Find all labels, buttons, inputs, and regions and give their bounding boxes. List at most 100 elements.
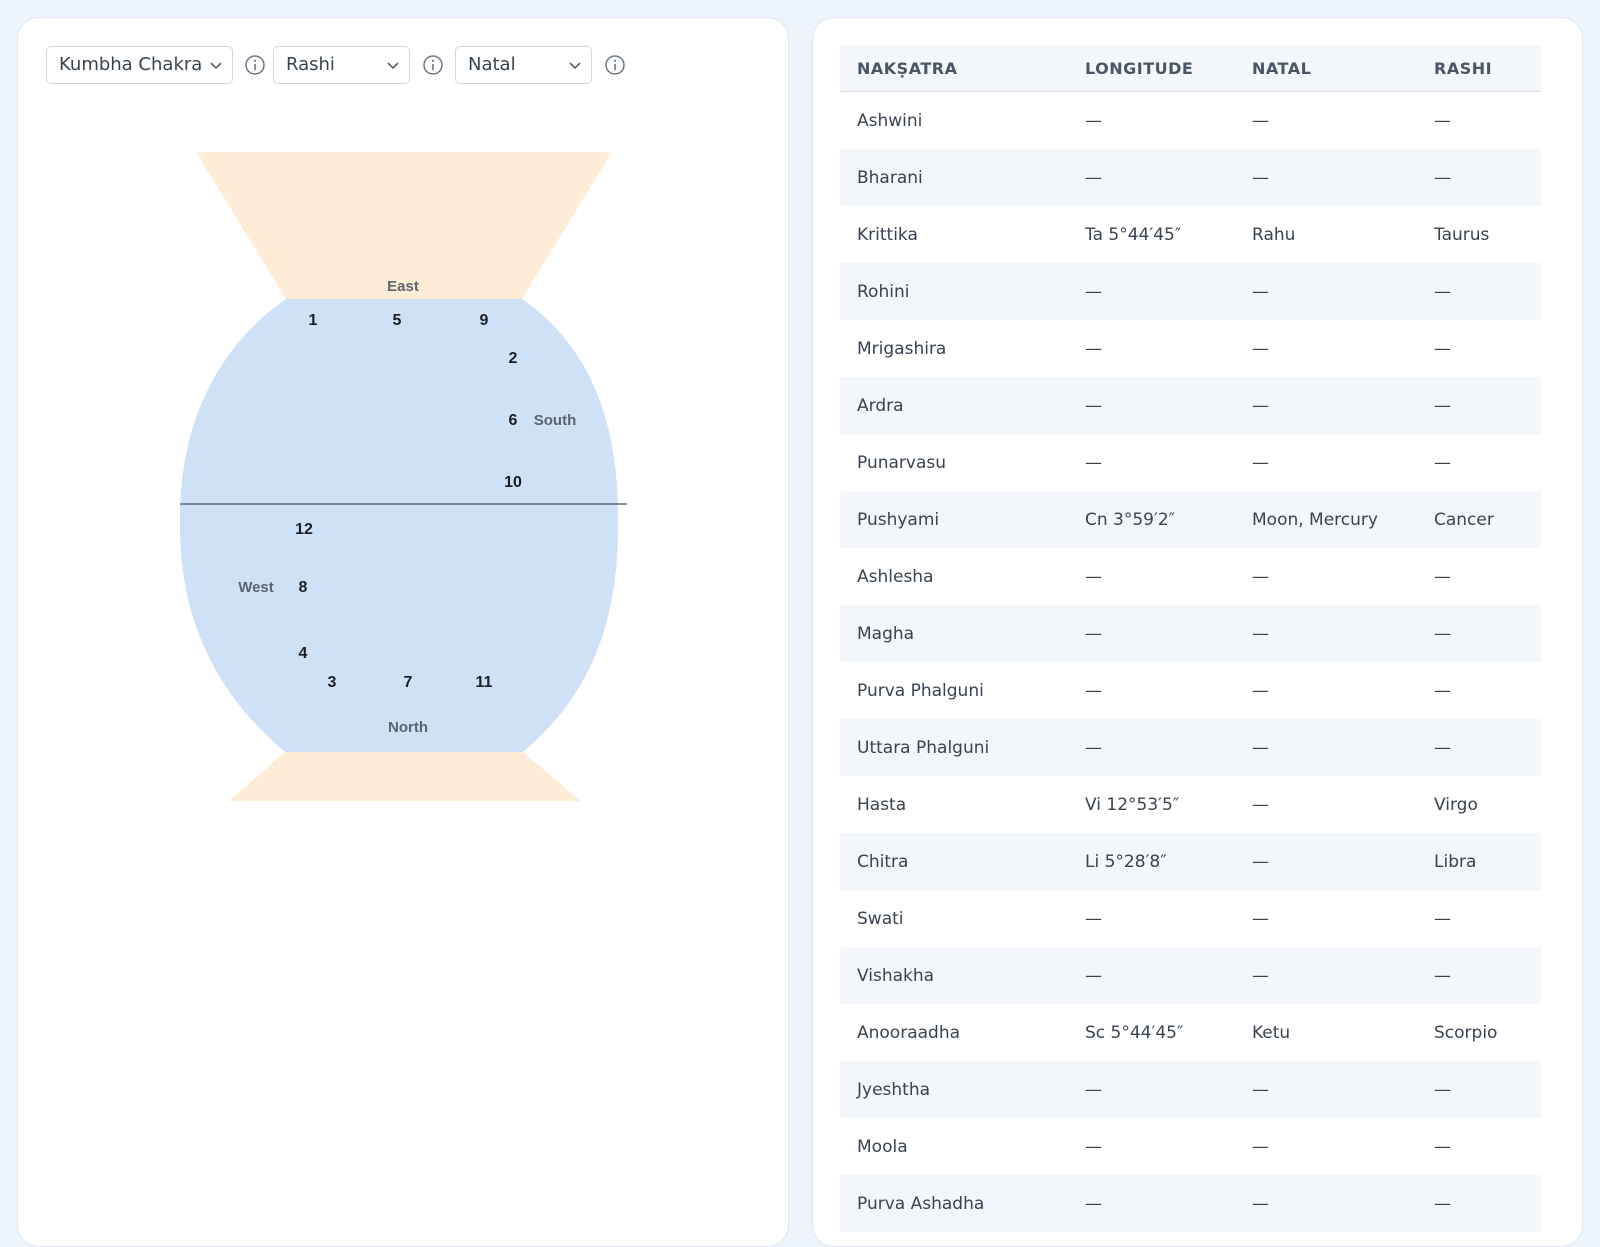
house-number: 10 — [504, 474, 522, 491]
table-cell: Swati — [857, 908, 904, 929]
table-cell: — — [1252, 110, 1269, 131]
table-cell: Uttara Phalguni — [840, 719, 1068, 776]
table-cell: — — [1235, 833, 1417, 890]
table-header-row: NAKṢATRA LONGITUDE NATAL RASHI — [840, 46, 1541, 92]
table-row: Purva Ashadha — — — — [840, 1175, 1541, 1232]
table-cell: — — [1417, 149, 1541, 206]
table-body: Ashwini — — — Bharani — — — Krittika Ta 5°44′45″ R… — [840, 92, 1541, 1232]
house-number: 7 — [404, 674, 413, 691]
table-cell: — — [1235, 1175, 1417, 1232]
table-cell: — — [1252, 452, 1269, 473]
column-header-rashi: RASHI — [1417, 46, 1541, 92]
table-row: Hasta Vi 12°53′5″ — Virgo — [840, 776, 1541, 833]
table-cell: — — [1417, 1175, 1541, 1232]
table-row: Magha — — — — [840, 605, 1541, 662]
table-row: Jyeshtha — — — — [840, 1061, 1541, 1118]
direction-north: North — [388, 719, 428, 736]
table-cell: — — [1417, 605, 1541, 662]
table-cell: — — [1434, 452, 1451, 473]
table-cell: Punarvasu — [857, 452, 947, 473]
table-cell: — — [1235, 377, 1417, 434]
chart-panel: Kumbha Chakra Rashi Natal East South Wes… — [17, 17, 789, 1247]
table-cell: — — [1068, 719, 1235, 776]
house-number: 9 — [480, 312, 489, 329]
table-row: Moola — — — — [840, 1118, 1541, 1175]
table-cell: — — [1417, 1061, 1541, 1118]
table-cell: Hasta — [857, 794, 907, 815]
column-header-longitude: LONGITUDE — [1068, 46, 1235, 92]
table-cell: — — [1434, 110, 1451, 131]
table-cell: Anooraadha — [857, 1022, 961, 1043]
table-cell: — — [1068, 263, 1235, 320]
table-cell: — — [1252, 908, 1269, 929]
table-cell: — — [1252, 794, 1269, 815]
table-cell: Magha — [840, 605, 1068, 662]
table-cell: — — [1068, 149, 1235, 206]
table-cell: Ketu — [1252, 1022, 1291, 1043]
table-cell: — — [1085, 566, 1102, 587]
vessel-base — [229, 752, 581, 801]
table-row: Mrigashira — — — — [840, 320, 1541, 377]
table-row: Purva Phalguni — — — — [840, 662, 1541, 719]
house-number: 12 — [295, 521, 313, 538]
table-cell: Moon, Mercury — [1235, 491, 1417, 548]
table-cell: — — [1235, 719, 1417, 776]
table-cell: — — [1235, 263, 1417, 320]
table-row: Anooraadha Sc 5°44′45″ Ketu Scorpio — [840, 1004, 1541, 1061]
house-number: 2 — [509, 350, 518, 367]
table-cell: — — [1085, 1136, 1102, 1157]
house-number: 6 — [509, 412, 518, 429]
table-cell: Mrigashira — [857, 338, 947, 359]
table-cell: — — [1417, 377, 1541, 434]
table-cell: — — [1252, 338, 1269, 359]
table-cell: — — [1235, 947, 1417, 1004]
table-cell: — — [1068, 605, 1235, 662]
house-number: 8 — [299, 579, 308, 596]
table-cell: Ardra — [840, 377, 1068, 434]
table-cell: Cn 3°59′2″ — [1068, 491, 1235, 548]
table-cell: Ta 5°44′45″ — [1085, 224, 1182, 245]
table-cell: — — [1068, 1175, 1235, 1232]
table-cell: Krittika — [857, 224, 918, 245]
table-cell: Scorpio — [1434, 1022, 1498, 1043]
table-cell: — — [1434, 566, 1451, 587]
table-cell: Li 5°28′8″ — [1068, 833, 1235, 890]
direction-south: South — [534, 412, 577, 429]
table-row: Vishakha — — — — [840, 947, 1541, 1004]
table-cell: Purva Phalguni — [857, 680, 984, 701]
table-cell: — — [1235, 1061, 1417, 1118]
table-cell: — — [1085, 908, 1102, 929]
table-row: Krittika Ta 5°44′45″ Rahu Taurus — [840, 206, 1541, 263]
table-row: Punarvasu — — — — [840, 434, 1541, 491]
house-number: 3 — [328, 674, 337, 691]
table-cell: Jyeshtha — [840, 1061, 1068, 1118]
table-row: Ashlesha — — — — [840, 548, 1541, 605]
table-cell: — — [1434, 338, 1451, 359]
house-number: 1 — [309, 312, 318, 329]
house-number: 4 — [299, 645, 308, 662]
table-cell: Ashlesha — [857, 566, 934, 587]
table-cell: — — [1085, 452, 1102, 473]
house-number: 5 — [393, 312, 402, 329]
vessel-neck — [196, 152, 612, 299]
table-cell: — — [1068, 1061, 1235, 1118]
table-cell: Sc 5°44′45″ — [1085, 1022, 1184, 1043]
column-header-natal: NATAL — [1235, 46, 1417, 92]
table-cell: — — [1085, 680, 1102, 701]
table-row: Rohini — — — — [840, 263, 1541, 320]
table-cell: Purva Ashadha — [840, 1175, 1068, 1232]
table-cell: — — [1085, 110, 1102, 131]
table-cell: Rahu — [1252, 224, 1296, 245]
table-cell: — — [1252, 680, 1269, 701]
table-cell: — — [1085, 338, 1102, 359]
table-cell: Chitra — [840, 833, 1068, 890]
kumbha-chakra-chart: East South West North 1 5 9 2 6 10 12 8 … — [179, 152, 627, 801]
table-cell: Vi 12°53′5″ — [1085, 794, 1180, 815]
table-cell: — — [1252, 566, 1269, 587]
column-header-nakshatra: NAKṢATRA — [840, 46, 1068, 92]
nakshatra-panel: NAKṢATRA LONGITUDE NATAL RASHI Ashwini — —… — [812, 17, 1583, 1247]
table-cell: Virgo — [1434, 794, 1478, 815]
table-row: Ashwini — — — — [840, 92, 1541, 150]
table-cell: — — [1434, 908, 1451, 929]
table-row: Chitra Li 5°28′8″ — Libra — [840, 833, 1541, 890]
